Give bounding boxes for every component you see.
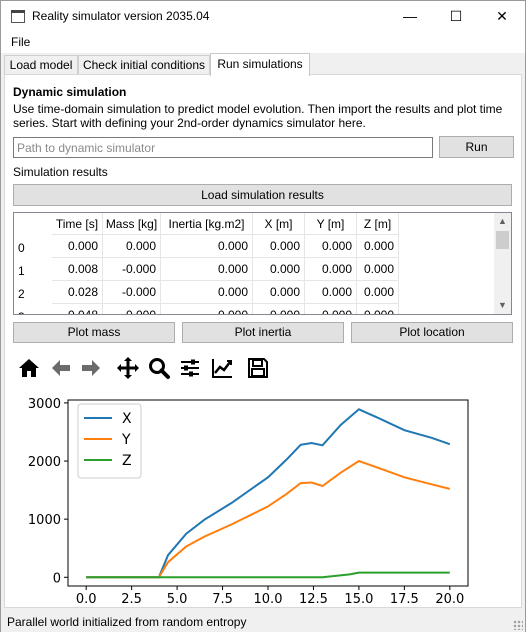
table-cell[interactable]: 0.000 — [253, 281, 305, 304]
table-cell[interactable]: 0.000 — [305, 281, 357, 304]
table-cell[interactable]: 0.000 — [103, 304, 161, 314]
table-cell[interactable]: 0.000 — [161, 258, 253, 281]
main-window: Reality simulator version 2035.04 — ☐ ✕ … — [0, 0, 526, 632]
x-tick-label: 2.5 — [121, 592, 142, 607]
x-tick-label: 10.0 — [254, 592, 283, 607]
table-cell[interactable]: 0.000 — [305, 235, 357, 258]
scroll-thumb[interactable] — [496, 231, 509, 249]
scroll-up-icon[interactable]: ▲ — [494, 213, 511, 230]
table-cell[interactable]: -0.000 — [103, 281, 161, 304]
back-arrow-icon[interactable] — [49, 356, 73, 380]
x-tick-label: 12.5 — [299, 592, 328, 607]
row-header[interactable]: 1 — [14, 258, 52, 281]
section-title: Dynamic simulation — [13, 85, 127, 99]
table-cell[interactable]: 0.000 — [357, 258, 399, 281]
column-header-y[interactable]: Y [m] — [305, 213, 357, 235]
subplots-config-icon[interactable] — [178, 356, 202, 380]
plot-inertia-button[interactable]: Plot inertia — [182, 322, 344, 343]
table-cell[interactable]: 0.000 — [305, 304, 357, 314]
column-header-x[interactable]: X [m] — [253, 213, 305, 235]
minimize-button[interactable]: — — [387, 1, 433, 32]
location-plot[interactable]: 0.0 2.5 5.0 7.5 10.0 12.5 15.0 17.5 20.0 0 1000 200… — [15, 397, 485, 609]
title-bar[interactable]: Reality simulator version 2035.04 — ☐ ✕ — [1, 1, 525, 32]
app-window-icon — [11, 10, 25, 23]
x-tick-label: 20.0 — [435, 592, 464, 607]
run-button[interactable]: Run — [439, 136, 514, 158]
tab-check-initial-conditions[interactable]: Check initial conditions — [78, 55, 210, 75]
table-cell[interactable]: 0.000 — [253, 235, 305, 258]
legend-label-y: Y — [121, 432, 131, 448]
plot-location-button[interactable]: Plot location — [351, 322, 513, 343]
y-tick-label: 2000 — [28, 455, 61, 470]
row-header[interactable]: 3 — [14, 304, 52, 314]
tab-run-simulations[interactable]: Run simulations — [210, 53, 310, 76]
zoom-icon[interactable] — [147, 356, 171, 380]
row-header[interactable]: 2 — [14, 281, 52, 304]
location-plot-svg[interactable]: 0.0 2.5 5.0 7.5 10.0 12.5 15.0 17.5 20.0 0 1000 200… — [15, 397, 485, 609]
table-cell[interactable]: 0.000 — [253, 258, 305, 281]
table-cell[interactable]: 0.028 — [52, 281, 103, 304]
legend-label-z: Z — [122, 453, 132, 469]
scroll-down-icon[interactable]: ▼ — [494, 297, 511, 314]
table-cell[interactable]: 0.008 — [52, 258, 103, 281]
results-label: Simulation results — [13, 165, 108, 179]
plot-mass-button[interactable]: Plot mass — [13, 322, 175, 343]
column-header-z[interactable]: Z [m] — [357, 213, 399, 235]
table-cell[interactable]: -0.000 — [103, 258, 161, 281]
table-cell[interactable]: 0.000 — [253, 304, 305, 314]
run-simulations-panel: Dynamic simulation Use time-domain simul… — [4, 74, 522, 608]
x-tick-label: 5.0 — [167, 592, 188, 607]
table-cell[interactable]: 0.000 — [357, 235, 399, 258]
status-bar: Parallel world initialized from random e… — [1, 611, 525, 632]
y-tick-label: 0 — [53, 571, 61, 586]
column-header-time[interactable]: Time [s] — [52, 213, 103, 235]
forward-arrow-icon[interactable] — [79, 356, 103, 380]
menu-bar: File — [1, 32, 525, 53]
column-header-inertia[interactable]: Inertia [kg.m2] — [161, 213, 253, 235]
table-cell[interactable]: 0.000 — [161, 281, 253, 304]
edit-axis-icon[interactable] — [210, 356, 234, 380]
legend-label-x: X — [122, 411, 132, 427]
column-header-mass[interactable]: Mass [kg] — [103, 213, 161, 235]
menu-file[interactable]: File — [11, 35, 30, 49]
resize-grip-icon[interactable] — [513, 620, 523, 630]
tab-load-model[interactable]: Load model — [4, 55, 78, 75]
x-tick-label: 0.0 — [76, 592, 97, 607]
results-table[interactable]: Time [s] Mass [kg] Inertia [kg.m2] X [m]… — [13, 212, 512, 315]
y-tick-label: 3000 — [28, 397, 61, 412]
row-header[interactable]: 0 — [14, 235, 52, 258]
status-text: Parallel world initialized from random e… — [7, 615, 247, 629]
close-button[interactable]: ✕ — [479, 1, 525, 32]
table-cell[interactable]: 0.000 — [357, 304, 399, 314]
load-results-button[interactable]: Load simulation results — [13, 184, 512, 206]
home-icon[interactable] — [17, 356, 41, 380]
table-cell[interactable]: 0.048 — [52, 304, 103, 314]
x-tick-label: 7.5 — [212, 592, 233, 607]
y-tick-label: 1000 — [28, 513, 61, 528]
simulator-path-input[interactable] — [13, 137, 433, 158]
section-description: Use time-domain simulation to predict mo… — [13, 102, 503, 130]
x-tick-label: 15.0 — [344, 592, 373, 607]
table-cell[interactable]: 0.000 — [52, 235, 103, 258]
save-icon[interactable] — [246, 356, 270, 380]
table-cell[interactable]: 0.000 — [357, 281, 399, 304]
table-cell[interactable]: 0.000 — [305, 258, 357, 281]
pan-icon[interactable] — [116, 356, 140, 380]
maximize-button[interactable]: ☐ — [433, 1, 479, 32]
table-cell[interactable]: 0.000 — [161, 304, 253, 314]
table-cell[interactable]: 0.000 — [161, 235, 253, 258]
x-tick-label: 17.5 — [390, 592, 419, 607]
table-cell[interactable]: 0.000 — [103, 235, 161, 258]
window-title: Reality simulator version 2035.04 — [32, 9, 210, 23]
table-vertical-scrollbar[interactable]: ▲ ▼ — [494, 213, 511, 314]
